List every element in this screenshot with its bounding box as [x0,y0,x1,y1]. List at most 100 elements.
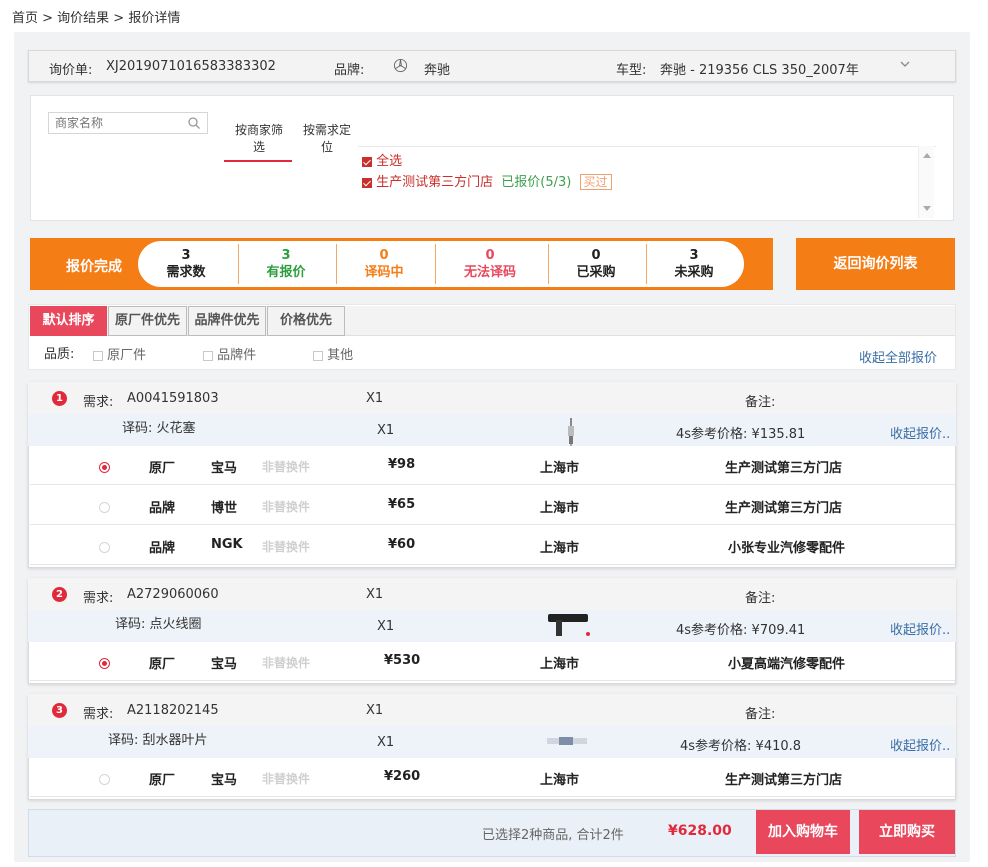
stat-item: 0 无法译码 [435,247,545,281]
select-all-label: 全选 [376,154,403,169]
offer-store-name: 小夏高端汽修零配件 [728,657,846,672]
offer-part-type: 品牌 [149,541,176,556]
part-thumbnail-image [547,733,587,753]
requirement-quantity: X1 [366,391,384,406]
offer-select-radio[interactable] [99,774,110,785]
stat-label: 有报价 [266,265,306,280]
store-bought-tag: 买过 [579,174,612,190]
stat-label: 需求数 [166,265,206,280]
stat-divider [238,244,239,284]
decode-result: 译码: 刮水器叶片 [108,733,208,748]
stat-value: 3 [689,248,699,263]
quality-other-option[interactable]: 其他 [313,344,353,363]
part-number: A0041591803 [127,391,219,406]
offer-store-name: 生产测试第三方门店 [725,501,843,516]
offer-select-radio[interactable] [99,462,110,473]
offer-price: ¥60 [388,537,416,552]
decode-quantity: X1 [377,423,395,438]
selection-summary: 已选择2种商品, 合计2件 [482,828,624,843]
offer-part-type: 原厂 [149,773,176,788]
sort-brand-first-button[interactable]: 品牌件优先 [188,306,266,336]
stat-divider [336,244,337,284]
store-search-box[interactable] [48,112,208,134]
offer-part-type: 原厂 [149,461,176,476]
quality-brand-option[interactable]: 品牌件 [203,344,256,363]
buy-now-button[interactable]: 立即购买 [859,810,955,854]
inquiry-info-bar: 询价单: XJ2019071016583383302 品牌: 奔驰 车型: 奔驰… [28,50,956,82]
sort-price-first-button[interactable]: 价格优先 [267,306,345,336]
scroll-up-icon[interactable] [923,152,931,158]
select-all-checkbox[interactable] [362,156,372,167]
quality-other-checkbox[interactable] [313,350,323,361]
store-checkbox-row[interactable]: 生产测试第三方门店 已报价(5/3) 买过 [362,171,612,190]
quality-oem-option[interactable]: 原厂件 [93,344,146,363]
collapse-quotes-link[interactable]: 收起报价.. [890,735,950,754]
offer-select-radio[interactable] [99,542,110,553]
collapse-quotes-link[interactable]: 收起报价.. [890,619,950,638]
offer-brand: NGK [211,537,243,552]
stat-label: 译码中 [364,265,404,280]
breadcrumb[interactable]: 首页 > 询价结果 > 报价详情 [12,7,180,26]
decode-result: 译码: 点火线圈 [115,617,202,632]
scroll-down-icon[interactable] [923,206,931,212]
stat-divider [646,244,647,284]
sort-default-button[interactable]: 默认排序 [30,306,107,336]
order-label: 询价单: [49,63,93,78]
store-search-input[interactable] [49,113,179,133]
search-icon[interactable] [187,116,201,130]
model-label: 车型: [616,63,647,78]
stat-item: 3 需求数 [138,247,234,281]
offer-price: ¥98 [388,457,416,472]
store-quote-status: 已报价(5/3) [501,175,572,190]
offer-replacement-flag: 非替换件 [262,656,311,670]
store-checkbox[interactable] [362,177,372,188]
offer-price: ¥530 [384,653,421,668]
offer-city: 上海市 [540,541,580,556]
store-list-scrollbar[interactable] [918,146,934,218]
sort-oem-first-button[interactable]: 原厂件优先 [108,306,187,336]
stat-divider [435,244,436,284]
store-name: 生产测试第三方门店 [376,175,494,190]
status-title: 报价完成 [66,259,122,275]
stat-label: 已采购 [576,265,616,280]
offer-replacement-flag: 非替换件 [262,540,311,554]
offer-select-radio[interactable] [99,658,110,669]
requirement-label: 需求: [83,395,114,410]
stat-value: 0 [379,248,389,263]
active-tab-underline [224,160,292,162]
tab-filter-by-store[interactable]: 按商家筛 选 [228,119,290,158]
select-all-checkbox-row[interactable]: 全选 [362,150,402,169]
chevron-down-icon[interactable] [898,57,912,75]
offer-city: 上海市 [540,657,580,672]
reference-price: 4s参考价格: ¥709.41 [676,623,806,638]
brand-logo-icon [393,58,408,77]
quality-brand-checkbox[interactable] [203,350,213,361]
decode-quantity: X1 [377,619,395,634]
decode-quantity: X1 [377,735,395,750]
requirement-index-badge: 2 [52,587,67,602]
stat-value: 0 [591,248,601,263]
return-to-inquiry-list-button[interactable]: 返回询价列表 [796,238,955,290]
stat-item: 3 有报价 [238,247,334,281]
add-to-cart-button[interactable]: 加入购物车 [756,810,850,854]
offer-store-name: 生产测试第三方门店 [725,461,843,476]
order-number: XJ2019071016583383302 [106,59,276,74]
quality-oem-checkbox[interactable] [93,350,103,361]
offer-store-name: 生产测试第三方门店 [725,773,843,788]
part-number: A2729060060 [127,587,219,602]
tab-locate-by-need[interactable]: 按需求定 位 [296,119,358,158]
total-price: ¥628.00 [668,823,732,839]
part-thumbnail-image [546,610,592,642]
requirement-quantity: X1 [366,587,384,602]
offer-price: ¥260 [384,769,421,784]
offer-replacement-flag: 非替换件 [262,460,311,474]
part-number: A2118202145 [127,703,219,718]
offer-city: 上海市 [540,501,580,516]
stat-value: 3 [281,248,291,263]
reference-price: 4s参考价格: ¥410.8 [680,739,802,754]
offer-replacement-flag: 非替换件 [262,500,311,514]
offer-select-radio[interactable] [99,502,110,513]
offer-brand: 博世 [211,501,238,516]
brand-label: 品牌: [334,63,365,78]
collapse-quotes-link[interactable]: 收起报价.. [890,423,950,442]
